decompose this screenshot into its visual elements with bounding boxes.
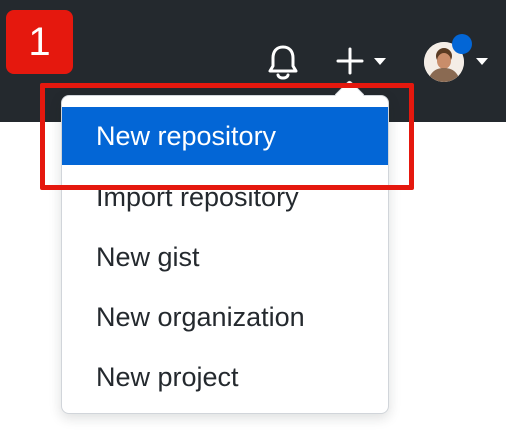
step-badge: 1 xyxy=(6,10,73,74)
caret-down-icon[interactable] xyxy=(476,58,488,65)
caret-down-icon[interactable] xyxy=(374,58,386,65)
bell-icon[interactable] xyxy=(266,44,300,82)
menu-item-new-project[interactable]: New project xyxy=(62,348,388,406)
menu-item-new-organization[interactable]: New organization xyxy=(62,288,388,346)
menu-item-new-gist[interactable]: New gist xyxy=(62,228,388,286)
menu-item-import-repository[interactable]: Import repository xyxy=(62,168,388,226)
notification-dot xyxy=(452,34,472,54)
plus-icon[interactable] xyxy=(335,46,365,76)
menu-item-new-repository[interactable]: New repository xyxy=(62,107,388,165)
page: 1 New repository Import repository New g… xyxy=(0,0,506,433)
